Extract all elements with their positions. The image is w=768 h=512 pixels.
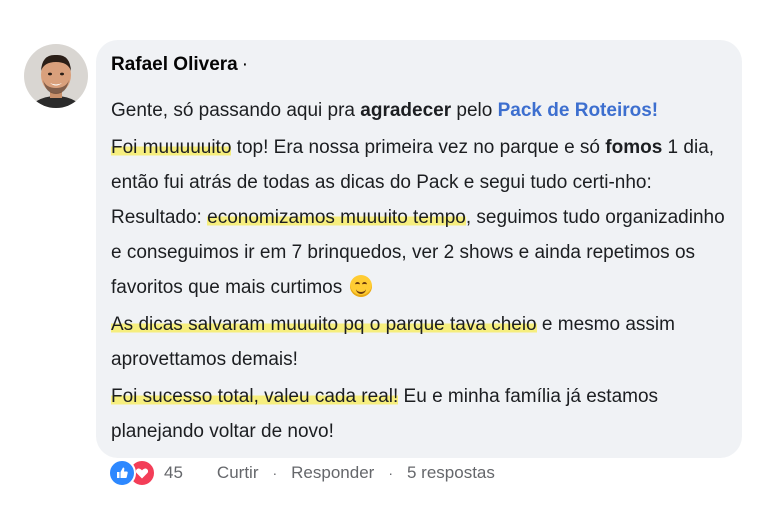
p4-highlight: Foi sucesso total, valeu cada real! [111, 386, 399, 407]
avatar[interactable] [24, 44, 88, 108]
p3-highlight: As dicas salvaram muuuito pq o parque ta… [111, 314, 537, 335]
view-replies-link[interactable]: 5 respostas [407, 463, 495, 483]
comment-paragraph-1: Gente, só passando aqui pra agradecer pe… [111, 94, 726, 128]
footer-separator: · [272, 465, 278, 481]
reply-button[interactable]: Responder [291, 463, 374, 483]
like-button[interactable]: Curtir [217, 463, 259, 483]
comment-paragraph-2: Foi muuuuuito top! Era nossa primeira ve… [111, 130, 726, 305]
pack-link[interactable]: Pack de Roteiros! [498, 100, 659, 121]
p2-highlight-1: Foi muuuuuito [111, 137, 232, 158]
p2-text-1: top! Era nossa primeira vez no parque e … [231, 137, 606, 158]
comment-paragraph-3: As dicas salvaram muuuito pq o parque ta… [111, 307, 726, 377]
comment-bubble: Rafael Olivera · Gente, só passando aqui … [96, 40, 742, 458]
comment-paragraph-4: Foi sucesso total, valeu cada real! Eu e… [111, 379, 726, 449]
reaction-count[interactable]: 45 [164, 463, 183, 483]
author-separator: · [241, 54, 249, 75]
p1-text: Gente, só passando aqui pra [111, 100, 361, 121]
comment-author[interactable]: Rafael Olivera · [111, 54, 726, 76]
p2-highlight-2: economizamos muuuito tempo [207, 207, 466, 228]
p1-bold: agradecer [360, 100, 452, 121]
smile-emoji-icon [349, 275, 372, 297]
author-name[interactable]: Rafael Olivera [111, 54, 238, 75]
avatar-image [24, 44, 88, 108]
p1-text-2: pelo [451, 100, 498, 121]
footer-separator: · [388, 465, 393, 481]
like-icon[interactable] [108, 459, 136, 487]
comment-footer: 45 Curtir · Responder · 5 respostas [108, 459, 495, 487]
p2-bold: fomos [605, 137, 663, 158]
